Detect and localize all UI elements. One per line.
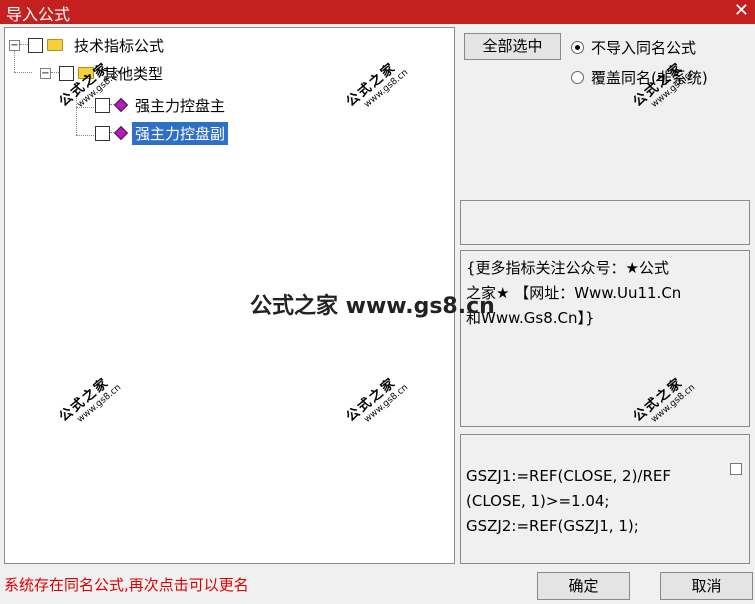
folder-icon bbox=[47, 39, 63, 51]
tree-item[interactable]: 强主力控盘副 bbox=[95, 121, 229, 145]
formula-code: GSZJ1:=REF(CLOSE, 2)/REF (CLOSE, 1)>=1.0… bbox=[466, 464, 721, 539]
window-title: 导入公式 bbox=[6, 5, 71, 24]
collapse-icon[interactable]: − bbox=[9, 39, 20, 51]
tree-node-root[interactable]: − 技术指标公式 bbox=[9, 34, 167, 56]
select-all-button[interactable]: 全部选中 bbox=[464, 33, 561, 60]
formula-gem-icon bbox=[113, 97, 129, 113]
radio-skip-label[interactable]: 不导入同名公式 bbox=[591, 37, 696, 58]
tree-connector bbox=[14, 72, 32, 73]
code-line: GSZJ1:=REF(CLOSE, 2)/REF bbox=[466, 467, 672, 485]
tree-connector bbox=[76, 107, 96, 108]
radio-unchecked-icon[interactable] bbox=[571, 71, 584, 84]
tree-connector bbox=[76, 135, 96, 136]
ok-button[interactable]: 确定 bbox=[537, 572, 630, 600]
radio-overwrite[interactable]: 覆盖同名(非系统) bbox=[571, 67, 708, 88]
close-icon[interactable]: ✕ bbox=[734, 0, 749, 21]
code-line: GSZJ2:=REF(GSZJ1, 1); bbox=[466, 517, 639, 535]
tree-item-label-selected[interactable]: 强主力控盘副 bbox=[132, 121, 229, 145]
group-checkbox[interactable] bbox=[59, 65, 74, 81]
name-field[interactable] bbox=[460, 200, 750, 245]
item-checkbox[interactable] bbox=[95, 125, 110, 141]
radio-checked-icon[interactable] bbox=[571, 41, 584, 54]
item-checkbox[interactable] bbox=[95, 97, 110, 113]
tree-root-label[interactable]: 技术指标公式 bbox=[71, 34, 167, 57]
folder-icon bbox=[78, 67, 94, 79]
title-bar: 导入公式 ✕ bbox=[0, 0, 755, 24]
radio-skip-duplicates[interactable]: 不导入同名公式 bbox=[571, 37, 696, 58]
radio-overwrite-label[interactable]: 覆盖同名(非系统) bbox=[591, 67, 708, 88]
tree-group-label[interactable]: 其他类型 bbox=[100, 62, 166, 85]
root-checkbox[interactable] bbox=[28, 37, 43, 53]
tree-item-label[interactable]: 强主力控盘主 bbox=[132, 94, 228, 117]
code-line: (CLOSE, 1)>=1.04; bbox=[466, 492, 610, 510]
description-line: {更多指标关注公众号：★公式 bbox=[466, 259, 669, 277]
tree-connector bbox=[76, 85, 77, 135]
cancel-button[interactable]: 取消 bbox=[660, 572, 753, 600]
tree-item[interactable]: 强主力控盘主 bbox=[95, 94, 228, 116]
description-text: {更多指标关注公众号：★公式 之家★ 【网址：Www.Uu11.Cn 和Www.… bbox=[466, 256, 726, 331]
description-line: 之家★ 【网址：Www.Uu11.Cn bbox=[466, 284, 682, 302]
code-option-checkbox[interactable] bbox=[730, 463, 742, 475]
formula-tree[interactable]: − 技术指标公式 − 其他类型 强主力控盘主 强主力控盘副 bbox=[4, 27, 455, 564]
formula-gem-icon bbox=[113, 125, 129, 141]
status-message: 系统存在同名公式,再次点击可以更名 bbox=[4, 576, 249, 594]
tree-node-group[interactable]: − 其他类型 bbox=[40, 62, 166, 84]
description-line: 和Www.Gs8.Cn】} bbox=[466, 309, 595, 327]
collapse-icon[interactable]: − bbox=[40, 67, 51, 79]
